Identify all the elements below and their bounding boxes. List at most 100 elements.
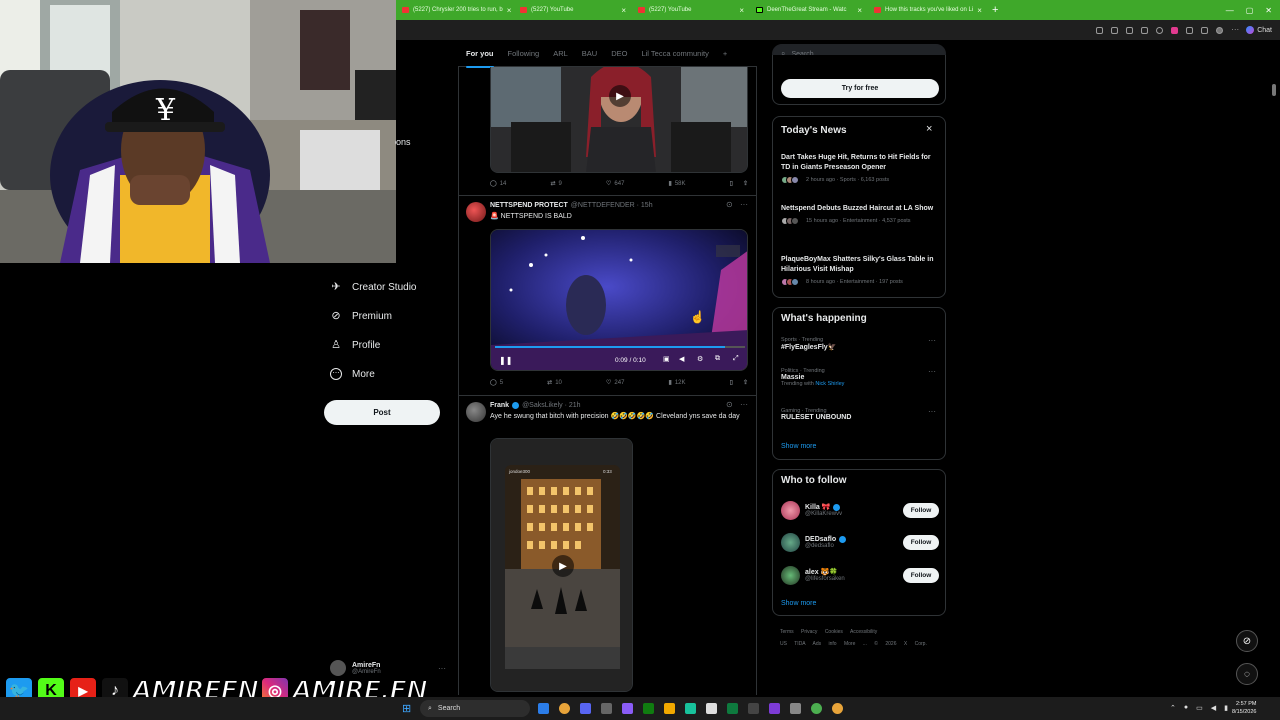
grok-icon[interactable]: ⊙ <box>726 400 733 409</box>
tray-overflow-icon[interactable]: ⌃ <box>1170 704 1176 712</box>
picture-in-picture-icon[interactable]: ⧉ <box>715 355 720 363</box>
tab-following[interactable]: Following <box>508 49 540 58</box>
tweet-more-icon[interactable]: ··· <box>740 200 748 209</box>
tweet-handle[interactable]: @SaksLikely · 21h <box>522 402 580 409</box>
add-tab-button[interactable]: + <box>723 49 727 58</box>
chrome-icon[interactable] <box>832 703 843 714</box>
nav-item-more[interactable]: ⋯ More <box>330 368 375 380</box>
fullscreen-icon[interactable]: ⤢ <box>733 355 739 363</box>
follow-suggestion[interactable]: Killa 🎀 @KillaKrewvv Follow <box>781 499 939 521</box>
like-button[interactable]: ♡ 647 <box>606 180 624 188</box>
follow-button[interactable]: Follow <box>903 502 939 518</box>
account-more-icon[interactable]: ··· <box>438 664 446 673</box>
share-icon[interactable]: ⇪ <box>743 180 748 187</box>
show-more-link[interactable]: Show more <box>781 443 816 450</box>
browser-tab[interactable]: How this tracks you've liked on Li × <box>868 0 986 20</box>
play-icon[interactable]: ▶ <box>552 555 574 577</box>
settings-icon[interactable] <box>790 703 801 714</box>
tab-lil-tecca-community[interactable]: Lil Tecca community <box>641 49 708 58</box>
copilot-chat-button[interactable]: Chat <box>1246 26 1272 34</box>
footer-link[interactable]: Cookies <box>825 629 843 635</box>
avatar[interactable] <box>1216 26 1224 34</box>
views-button[interactable]: ▮ 12K <box>669 379 686 387</box>
like-button[interactable]: ♡ 247 <box>606 379 624 387</box>
nav-item-creator-studio[interactable]: ✈ Creator Studio <box>330 281 416 293</box>
trend-more-icon[interactable]: ··· <box>928 367 936 376</box>
trend-more-icon[interactable]: ··· <box>928 407 936 416</box>
trend-more-icon[interactable]: ··· <box>928 336 936 345</box>
footer-link[interactable]: Terms <box>780 629 794 635</box>
footer-link[interactable]: Accessibility <box>850 629 877 635</box>
calculator-icon[interactable] <box>601 703 612 714</box>
news-item[interactable]: PlaqueBoyMax Shatters Silky's Glass Tabl… <box>781 255 939 286</box>
extension-icon[interactable] <box>1141 26 1149 34</box>
browser-tab[interactable]: (5227) Chrysler 200 tries to run, b × <box>396 0 514 20</box>
tweet-author[interactable]: Frank <box>490 402 509 409</box>
tweet-video[interactable]: ▶ <box>490 67 748 173</box>
follow-suggestion[interactable]: DEDsaflo @dedsaflo Follow <box>781 531 939 553</box>
trend-item[interactable]: Politics · Trending Massie Trending with… <box>781 368 939 387</box>
news-item[interactable]: Nettspend Debuts Buzzed Haircut at LA Sh… <box>781 204 939 225</box>
tweet-video[interactable]: jondoe300 0:33 ▶ <box>490 438 633 692</box>
close-tab-icon[interactable]: × <box>507 6 512 15</box>
minimize-icon[interactable]: — <box>1226 6 1234 15</box>
share-icon[interactable]: ⇪ <box>743 379 748 386</box>
grok-icon[interactable]: ⊙ <box>726 200 733 209</box>
bookmark-icon[interactable]: ▯ <box>730 379 733 386</box>
captions-icon[interactable]: ▣ <box>663 355 670 363</box>
reply-button[interactable]: ◯ 5 <box>490 379 503 387</box>
app-icon[interactable] <box>748 703 759 714</box>
bookmark-icon[interactable]: ▯ <box>730 180 733 187</box>
favorites-icon[interactable] <box>1186 26 1194 34</box>
sync-icon[interactable] <box>1156 26 1164 34</box>
new-tab-button[interactable]: + <box>992 4 998 16</box>
volume-icon[interactable]: ◀ <box>679 355 684 363</box>
close-tab-icon[interactable]: × <box>621 6 626 15</box>
show-more-link[interactable]: Show more <box>781 600 816 607</box>
taskbar-search[interactable]: ⌕ Search <box>420 700 530 717</box>
views-button[interactable]: ▮ 58K <box>669 180 686 188</box>
trend-item[interactable]: Sports · Trending #FlyEaglesFly🦅 <box>781 337 939 351</box>
close-icon[interactable]: × <box>926 123 932 135</box>
menu-dots-icon[interactable]: ··· <box>1231 25 1239 34</box>
close-tab-icon[interactable]: × <box>977 6 982 15</box>
footer-link[interactable]: Ads info <box>812 641 836 647</box>
video-progress-bar[interactable] <box>495 346 745 348</box>
reply-button[interactable]: ◯ 14 <box>490 180 506 188</box>
repost-button[interactable]: ⇄ 10 <box>547 379 562 387</box>
network-icon[interactable]: ▭ <box>1196 704 1203 712</box>
browser-tab[interactable]: DeenTheGreat Stream - Watc × <box>750 0 868 20</box>
play-icon[interactable]: ▶ <box>609 85 631 107</box>
extension-icon[interactable] <box>1171 26 1179 34</box>
close-tab-icon[interactable]: × <box>857 6 862 15</box>
edge-icon[interactable] <box>538 703 549 714</box>
chrome-icon[interactable] <box>811 703 822 714</box>
app-icon[interactable] <box>664 703 675 714</box>
app-icon[interactable] <box>706 703 717 714</box>
follow-button[interactable]: Follow <box>903 567 939 583</box>
app-icon[interactable] <box>769 703 780 714</box>
close-tab-icon[interactable]: × <box>739 6 744 15</box>
tab-for-you[interactable]: For you <box>466 49 494 68</box>
try-for-free-button[interactable]: Try for free <box>781 79 939 98</box>
app-icon[interactable] <box>727 703 738 714</box>
avatar[interactable] <box>466 202 486 222</box>
follow-suggestion[interactable]: alex 🐯🍀 @lifesforsaken Follow <box>781 564 939 586</box>
close-window-icon[interactable]: ✕ <box>1265 6 1272 15</box>
footer-link[interactable]: Privacy <box>801 629 817 635</box>
follow-button[interactable]: Follow <box>903 534 939 550</box>
grok-button[interactable]: ⊘ <box>1236 630 1258 652</box>
app-icon[interactable] <box>685 703 696 714</box>
maximize-icon[interactable]: ▢ <box>1246 6 1254 15</box>
messages-button[interactable]: ◌ <box>1236 663 1258 685</box>
discord-icon[interactable] <box>580 703 591 714</box>
post-button[interactable]: Post <box>324 400 440 425</box>
taskbar-clock[interactable]: 2:57 PM 8/15/2026 <box>1232 700 1256 716</box>
footer-link[interactable]: US TIDA <box>780 641 805 647</box>
tweet-video[interactable]: ❚❚ 0:09 / 0:10 ▣ ◀ ⚙ ⧉ ⤢ <box>490 229 748 371</box>
trend-context-link[interactable]: Nick Shirley <box>815 381 844 387</box>
reading-list-icon[interactable] <box>1096 26 1104 34</box>
tweet-author[interactable]: NETTSPEND PROTECT <box>490 202 568 209</box>
extension-icon[interactable] <box>1126 26 1134 34</box>
account-switcher[interactable]: AmireFn @AmireFn <box>330 660 381 676</box>
